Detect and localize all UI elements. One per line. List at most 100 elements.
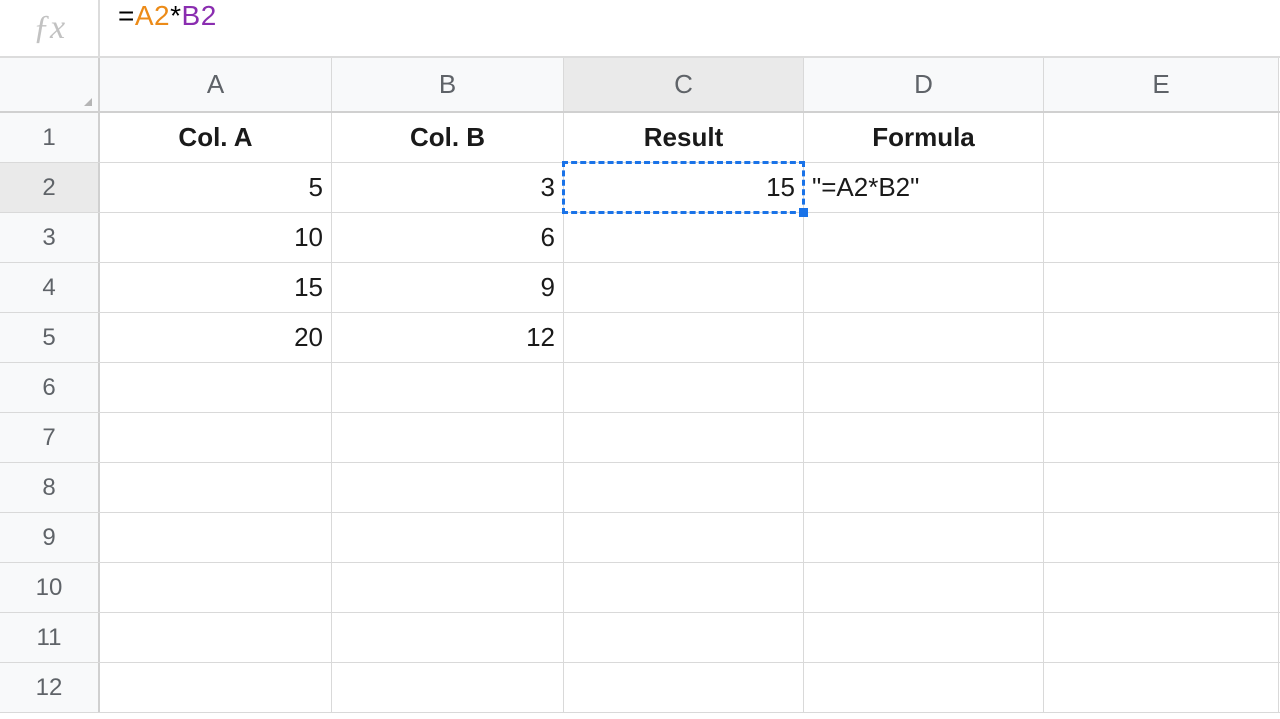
cell-d3[interactable] [804, 213, 1044, 262]
formula-input[interactable]: =A2*B2 [100, 0, 1280, 56]
cell-d5[interactable] [804, 313, 1044, 362]
cell-d1[interactable]: Formula [804, 113, 1044, 162]
cell-d11[interactable] [804, 613, 1044, 662]
cell-e2[interactable] [1044, 163, 1279, 212]
row-3: 3 10 6 [0, 213, 1280, 263]
cell-e10[interactable] [1044, 563, 1279, 612]
cell-a5[interactable]: 20 [100, 313, 332, 362]
row-5: 5 20 12 [0, 313, 1280, 363]
cell-b7[interactable] [332, 413, 564, 462]
cell-b4[interactable]: 9 [332, 263, 564, 312]
cell-b2[interactable]: 3 [332, 163, 564, 212]
cell-a2[interactable]: 5 [100, 163, 332, 212]
cell-a1[interactable]: Col. A [100, 113, 332, 162]
cell-c5[interactable] [564, 313, 804, 362]
cell-d12[interactable] [804, 663, 1044, 712]
cell-a3[interactable]: 10 [100, 213, 332, 262]
cell-d4[interactable] [804, 263, 1044, 312]
cell-c6[interactable] [564, 363, 804, 412]
cell-c9[interactable] [564, 513, 804, 562]
cell-c11[interactable] [564, 613, 804, 662]
row-header-11[interactable]: 11 [0, 613, 100, 662]
cell-e12[interactable] [1044, 663, 1279, 712]
col-header-e[interactable]: E [1044, 58, 1279, 111]
formula-ref-b: B2 [182, 0, 217, 31]
row-9: 9 [0, 513, 1280, 563]
cell-d2[interactable]: "=A2*B2" [804, 163, 1044, 212]
col-header-c[interactable]: C [564, 58, 804, 111]
row-header-9[interactable]: 9 [0, 513, 100, 562]
cell-c4[interactable] [564, 263, 804, 312]
fx-icon: ƒx [33, 9, 65, 47]
cell-a8[interactable] [100, 463, 332, 512]
col-header-b[interactable]: B [332, 58, 564, 111]
cell-a12[interactable] [100, 663, 332, 712]
cell-d10[interactable] [804, 563, 1044, 612]
cell-c12[interactable] [564, 663, 804, 712]
cell-b3[interactable]: 6 [332, 213, 564, 262]
cell-b6[interactable] [332, 363, 564, 412]
cell-e5[interactable] [1044, 313, 1279, 362]
cell-e7[interactable] [1044, 413, 1279, 462]
cell-c2[interactable]: 15 [564, 163, 804, 212]
cell-c1[interactable]: Result [564, 113, 804, 162]
row-header-6[interactable]: 6 [0, 363, 100, 412]
cell-e11[interactable] [1044, 613, 1279, 662]
row-8: 8 [0, 463, 1280, 513]
cell-a4[interactable]: 15 [100, 263, 332, 312]
cell-b8[interactable] [332, 463, 564, 512]
row-10: 10 [0, 563, 1280, 613]
formula-eq: = [118, 0, 135, 31]
cell-c3[interactable] [564, 213, 804, 262]
cell-e6[interactable] [1044, 363, 1279, 412]
cell-c8[interactable] [564, 463, 804, 512]
row-2: 2 5 3 15 "=A2*B2" [0, 163, 1280, 213]
cell-b12[interactable] [332, 663, 564, 712]
cell-b11[interactable] [332, 613, 564, 662]
formula-bar: ƒx =A2*B2 [0, 0, 1280, 58]
row-11: 11 [0, 613, 1280, 663]
cell-e4[interactable] [1044, 263, 1279, 312]
row-12: 12 [0, 663, 1280, 713]
cell-b10[interactable] [332, 563, 564, 612]
row-header-12[interactable]: 12 [0, 663, 100, 712]
row-header-4[interactable]: 4 [0, 263, 100, 312]
cell-b1[interactable]: Col. B [332, 113, 564, 162]
cell-a6[interactable] [100, 363, 332, 412]
row-header-10[interactable]: 10 [0, 563, 100, 612]
formula-star: * [170, 0, 181, 31]
cell-e1[interactable] [1044, 113, 1279, 162]
cell-b9[interactable] [332, 513, 564, 562]
cell-a9[interactable] [100, 513, 332, 562]
row-7: 7 [0, 413, 1280, 463]
row-header-1[interactable]: 1 [0, 113, 100, 162]
formula-ref-a: A2 [135, 0, 170, 31]
row-header-7[interactable]: 7 [0, 413, 100, 462]
fx-box[interactable]: ƒx [0, 0, 100, 56]
select-all-corner[interactable] [0, 58, 100, 111]
cell-a7[interactable] [100, 413, 332, 462]
cell-e3[interactable] [1044, 213, 1279, 262]
col-header-a[interactable]: A [100, 58, 332, 111]
cell-e9[interactable] [1044, 513, 1279, 562]
cell-a11[interactable] [100, 613, 332, 662]
cell-d9[interactable] [804, 513, 1044, 562]
cell-c7[interactable] [564, 413, 804, 462]
row-header-2[interactable]: 2 [0, 163, 100, 212]
cell-d7[interactable] [804, 413, 1044, 462]
cell-e8[interactable] [1044, 463, 1279, 512]
cell-a10[interactable] [100, 563, 332, 612]
cell-b5[interactable]: 12 [332, 313, 564, 362]
cell-d8[interactable] [804, 463, 1044, 512]
row-header-3[interactable]: 3 [0, 213, 100, 262]
row-1: 1 Col. A Col. B Result Formula [0, 113, 1280, 163]
row-header-8[interactable]: 8 [0, 463, 100, 512]
row-6: 6 [0, 363, 1280, 413]
row-header-5[interactable]: 5 [0, 313, 100, 362]
cell-d6[interactable] [804, 363, 1044, 412]
column-headers: A B C D E [0, 58, 1280, 113]
cell-c10[interactable] [564, 563, 804, 612]
col-header-d[interactable]: D [804, 58, 1044, 111]
sheet: A B C D E 1 Col. A Col. B Result Formula… [0, 58, 1280, 713]
row-4: 4 15 9 [0, 263, 1280, 313]
